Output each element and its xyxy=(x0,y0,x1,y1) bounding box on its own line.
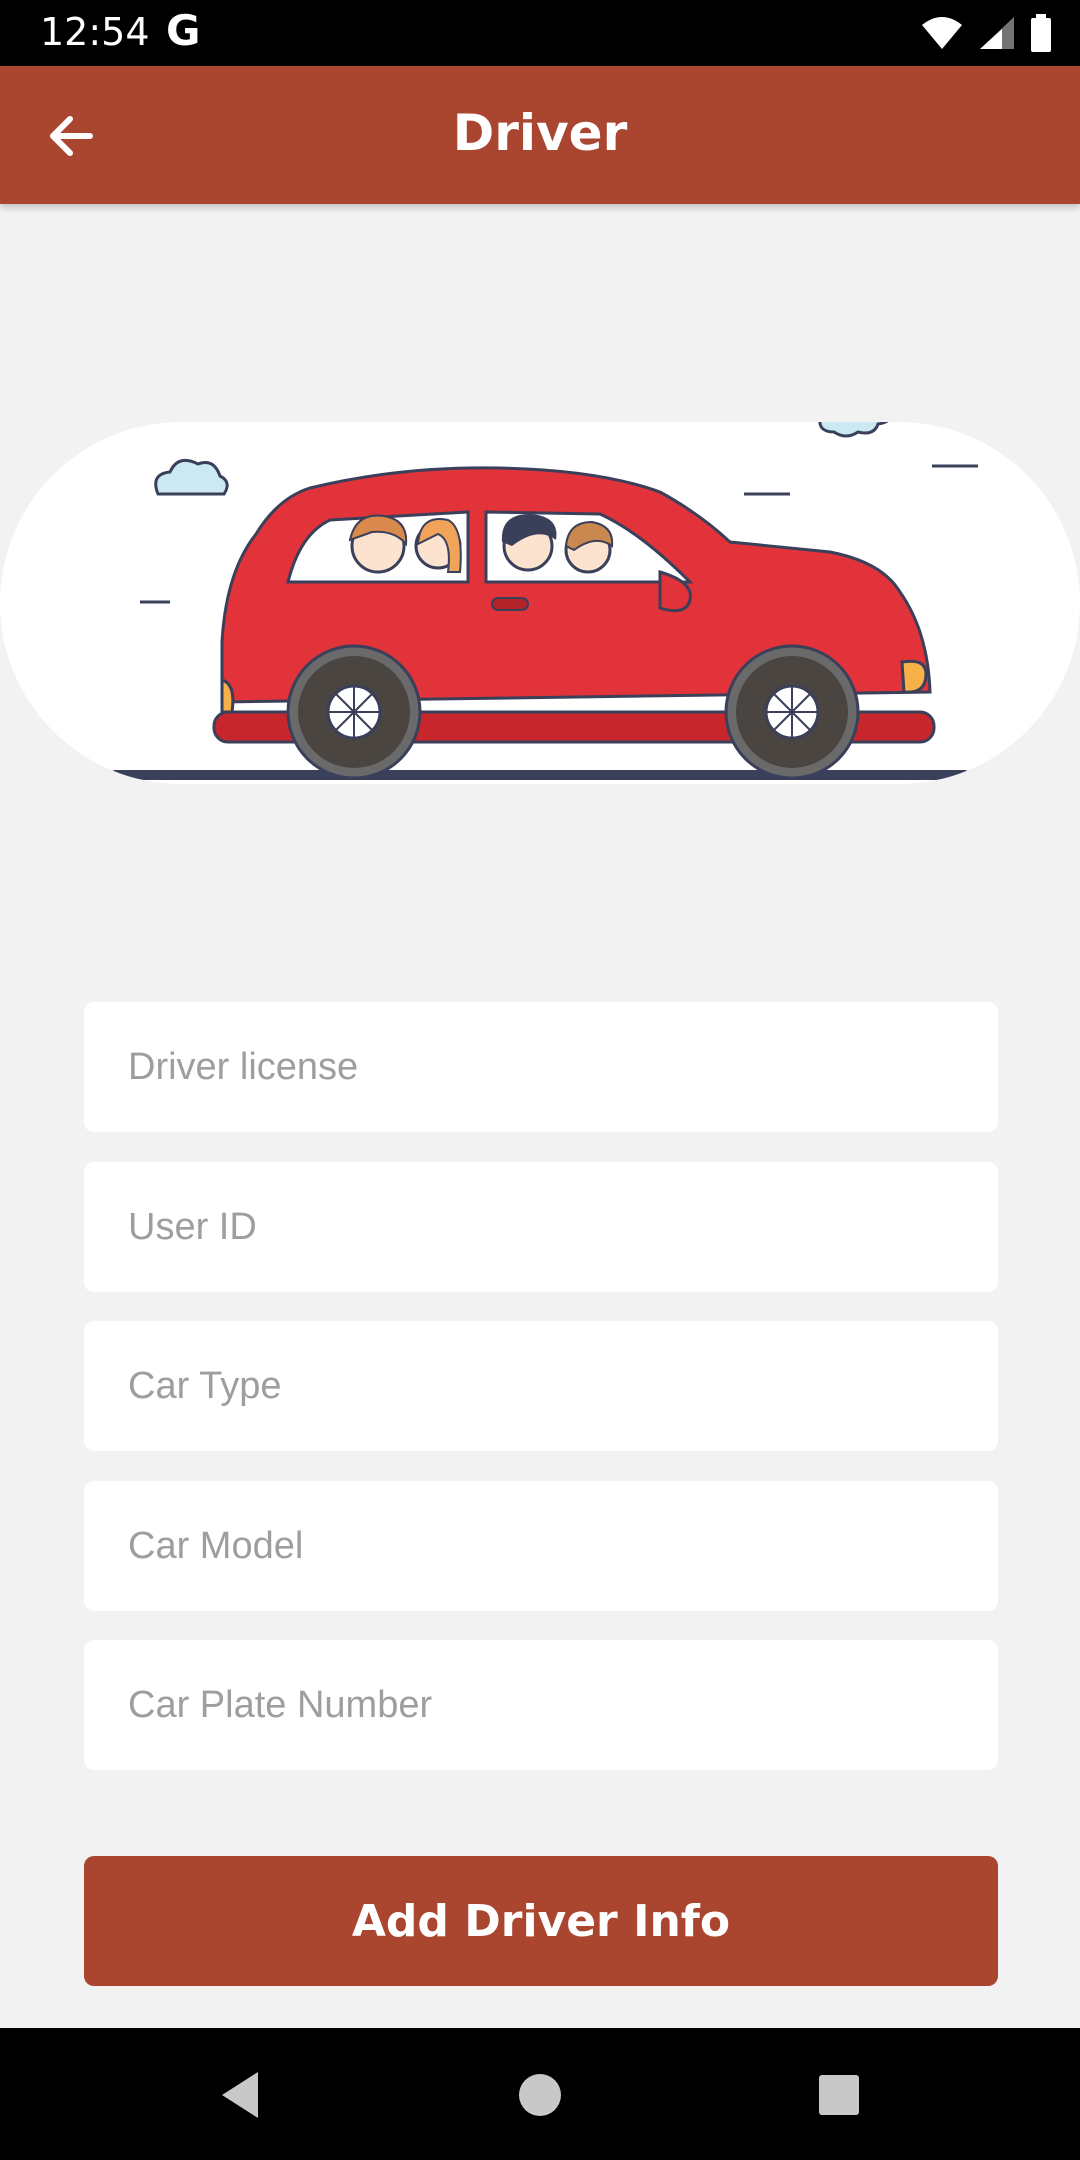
home-circle-icon[interactable] xyxy=(513,2068,567,2122)
battery-icon xyxy=(1031,14,1051,52)
status-time: 12:54 xyxy=(40,10,150,54)
google-notification-icon: G xyxy=(166,6,201,55)
signal-icon xyxy=(980,17,1014,49)
app-bar: Driver xyxy=(0,66,1080,204)
car-model-input[interactable] xyxy=(84,1481,998,1611)
page-title: Driver xyxy=(452,104,628,162)
status-icons xyxy=(920,14,1052,52)
car-plate-number-input[interactable] xyxy=(84,1640,998,1770)
driver-license-input[interactable] xyxy=(84,1002,998,1132)
recents-square-icon[interactable] xyxy=(812,2068,866,2122)
status-bar: 12:54 G xyxy=(0,0,1080,66)
car-illustration xyxy=(0,422,1080,784)
wifi-icon xyxy=(922,17,962,49)
system-nav-bar xyxy=(0,2028,1080,2160)
back-triangle-icon[interactable] xyxy=(214,2068,268,2122)
user-id-input[interactable] xyxy=(84,1162,998,1292)
car-type-input[interactable] xyxy=(84,1321,998,1451)
wheel-front xyxy=(286,644,422,780)
add-driver-info-button[interactable]: Add Driver Info xyxy=(84,1856,998,1986)
wheel-rear xyxy=(724,644,860,780)
